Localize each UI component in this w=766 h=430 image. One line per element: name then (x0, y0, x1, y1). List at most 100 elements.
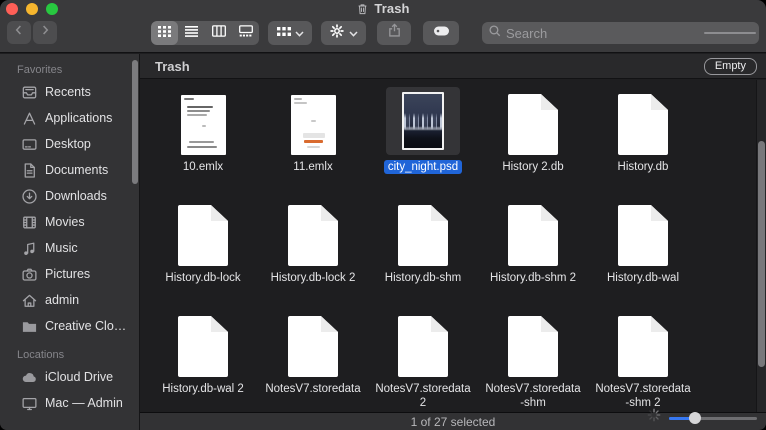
file-item-notesv7-storedata-shm[interactable]: NotesV7.storedata-shm (478, 302, 588, 412)
gear-icon (329, 23, 345, 44)
document-icon (508, 316, 558, 377)
file-name: 10.emlx (182, 161, 224, 173)
icon-view-button[interactable] (151, 21, 178, 45)
gallery-view-button[interactable] (232, 21, 259, 45)
pictures-icon (21, 266, 38, 283)
file-name: History 2.db (502, 161, 564, 173)
main-content: Trash Empty 10.emlx 11.emlx city_night.p… (140, 54, 766, 430)
file-browser: 10.emlx 11.emlx city_night.psd History 2… (140, 80, 766, 412)
document-icon (618, 205, 668, 266)
movies-icon (21, 214, 38, 231)
sidebar-scrollbar[interactable] (132, 60, 138, 184)
folder-header: Trash Empty (140, 54, 766, 79)
view-mode-segmented-control (151, 21, 259, 45)
grid-view-icon (158, 24, 171, 42)
spinner-icon (647, 408, 661, 427)
image-thumbnail (402, 92, 444, 150)
icon-size-slider[interactable] (669, 411, 757, 424)
downloads-icon (21, 188, 38, 205)
sidebar-item-music[interactable]: Music (0, 235, 139, 261)
group-icon (276, 24, 291, 42)
share-button[interactable] (377, 21, 411, 45)
column-view-icon (211, 24, 226, 42)
documents-icon (21, 162, 38, 179)
file-item-history-db-wal-2[interactable]: History.db-wal 2 (148, 302, 258, 412)
chevron-down-icon (349, 24, 358, 42)
sidebar-section-header: Locations (17, 349, 65, 361)
file-item-notesv7-storedata[interactable]: NotesV7.storedata (258, 302, 368, 412)
search-input[interactable]: Search (482, 22, 759, 44)
search-icon (488, 24, 502, 43)
sidebar-item-pictures[interactable]: Pictures (0, 261, 139, 287)
sidebar: Favorites Recents Applications Desktop D… (0, 54, 139, 430)
sidebar-item-applications[interactable]: Applications (0, 105, 139, 131)
document-icon (398, 205, 448, 266)
document-icon (618, 316, 668, 377)
column-view-button[interactable] (205, 21, 232, 45)
file-item-history-db-wal[interactable]: History.db-wal (588, 191, 698, 302)
file-item-city-night-psd[interactable]: city_night.psd (368, 80, 478, 191)
email-preview-thumbnail (180, 95, 226, 155)
forward-button[interactable] (33, 21, 57, 44)
file-item-history-db-shm[interactable]: History.db-shm (368, 191, 478, 302)
file-item-notesv7-storedata-2[interactable]: NotesV7.storedata 2 (368, 302, 478, 412)
document-icon (288, 316, 338, 377)
file-name: History.db-shm (384, 272, 462, 284)
back-button[interactable] (7, 21, 31, 44)
sidebar-item-creative-clo[interactable]: Creative Clo… (0, 313, 139, 339)
sidebar-item-desktop[interactable]: Desktop (0, 131, 139, 157)
tag-icon (433, 24, 450, 42)
selection-highlight (386, 87, 460, 155)
document-icon (508, 205, 558, 266)
chevron-left-icon (12, 23, 26, 42)
email-preview-thumbnail (290, 95, 336, 155)
file-item-history-db-shm-2[interactable]: History.db-shm 2 (478, 191, 588, 302)
sidebar-item-documents[interactable]: Documents (0, 157, 139, 183)
slider-knob[interactable] (689, 411, 701, 424)
folder-icon (21, 318, 38, 335)
file-name: NotesV7.storedata-shm 2 (595, 383, 691, 409)
file-item-notesv7-storedata-shm-2[interactable]: NotesV7.storedata-shm 2 (588, 302, 698, 412)
file-item-history-db[interactable]: History.db (588, 80, 698, 191)
file-item-history-db-lock-2[interactable]: History.db-lock 2 (258, 191, 368, 302)
scrollbar-track (756, 80, 766, 412)
file-name: History.db-lock (165, 272, 241, 284)
file-name: History.db-shm 2 (489, 272, 577, 284)
document-icon (288, 205, 338, 266)
file-name: History.db (617, 161, 669, 173)
file-item-history-2-db[interactable]: History 2.db (478, 80, 588, 191)
action-menu-button[interactable] (321, 21, 366, 45)
empty-trash-button[interactable]: Empty (703, 58, 757, 75)
document-icon (398, 316, 448, 377)
scrollbar-thumb[interactable] (758, 141, 765, 367)
file-name: History.db-lock 2 (270, 272, 356, 284)
sidebar-section-header: Favorites (17, 64, 63, 76)
chevron-right-icon (38, 23, 52, 42)
file-item-11-emlx[interactable]: 11.emlx (258, 80, 368, 191)
music-icon (21, 240, 38, 257)
sidebar-item-mac-admin[interactable]: Mac — Admin (0, 390, 139, 416)
list-view-icon (185, 24, 198, 42)
file-item-history-db-lock[interactable]: History.db-lock (148, 191, 258, 302)
sidebar-item-recents[interactable]: Recents (0, 79, 139, 105)
file-name: History.db-wal 2 (162, 383, 244, 395)
file-name: History.db-wal (607, 272, 679, 284)
sidebar-item-downloads[interactable]: Downloads (0, 183, 139, 209)
tag-button[interactable] (423, 21, 459, 45)
home-icon (21, 292, 38, 309)
recents-icon (21, 84, 38, 101)
document-icon (178, 316, 228, 377)
document-icon (618, 94, 668, 155)
document-icon (178, 205, 228, 266)
trash-icon (356, 2, 369, 19)
toolbar: Trash Search (0, 0, 766, 53)
search-inline-line (704, 32, 756, 34)
applications-icon (21, 110, 38, 127)
sidebar-item-movies[interactable]: Movies (0, 209, 139, 235)
sidebar-item-icloud-drive[interactable]: iCloud Drive (0, 364, 139, 390)
list-view-button[interactable] (178, 21, 205, 45)
sidebar-item-admin[interactable]: admin (0, 287, 139, 313)
status-bar: 1 of 27 selected (140, 408, 766, 430)
group-by-button[interactable] (268, 21, 312, 45)
file-item-10-emlx[interactable]: 10.emlx (148, 80, 258, 191)
